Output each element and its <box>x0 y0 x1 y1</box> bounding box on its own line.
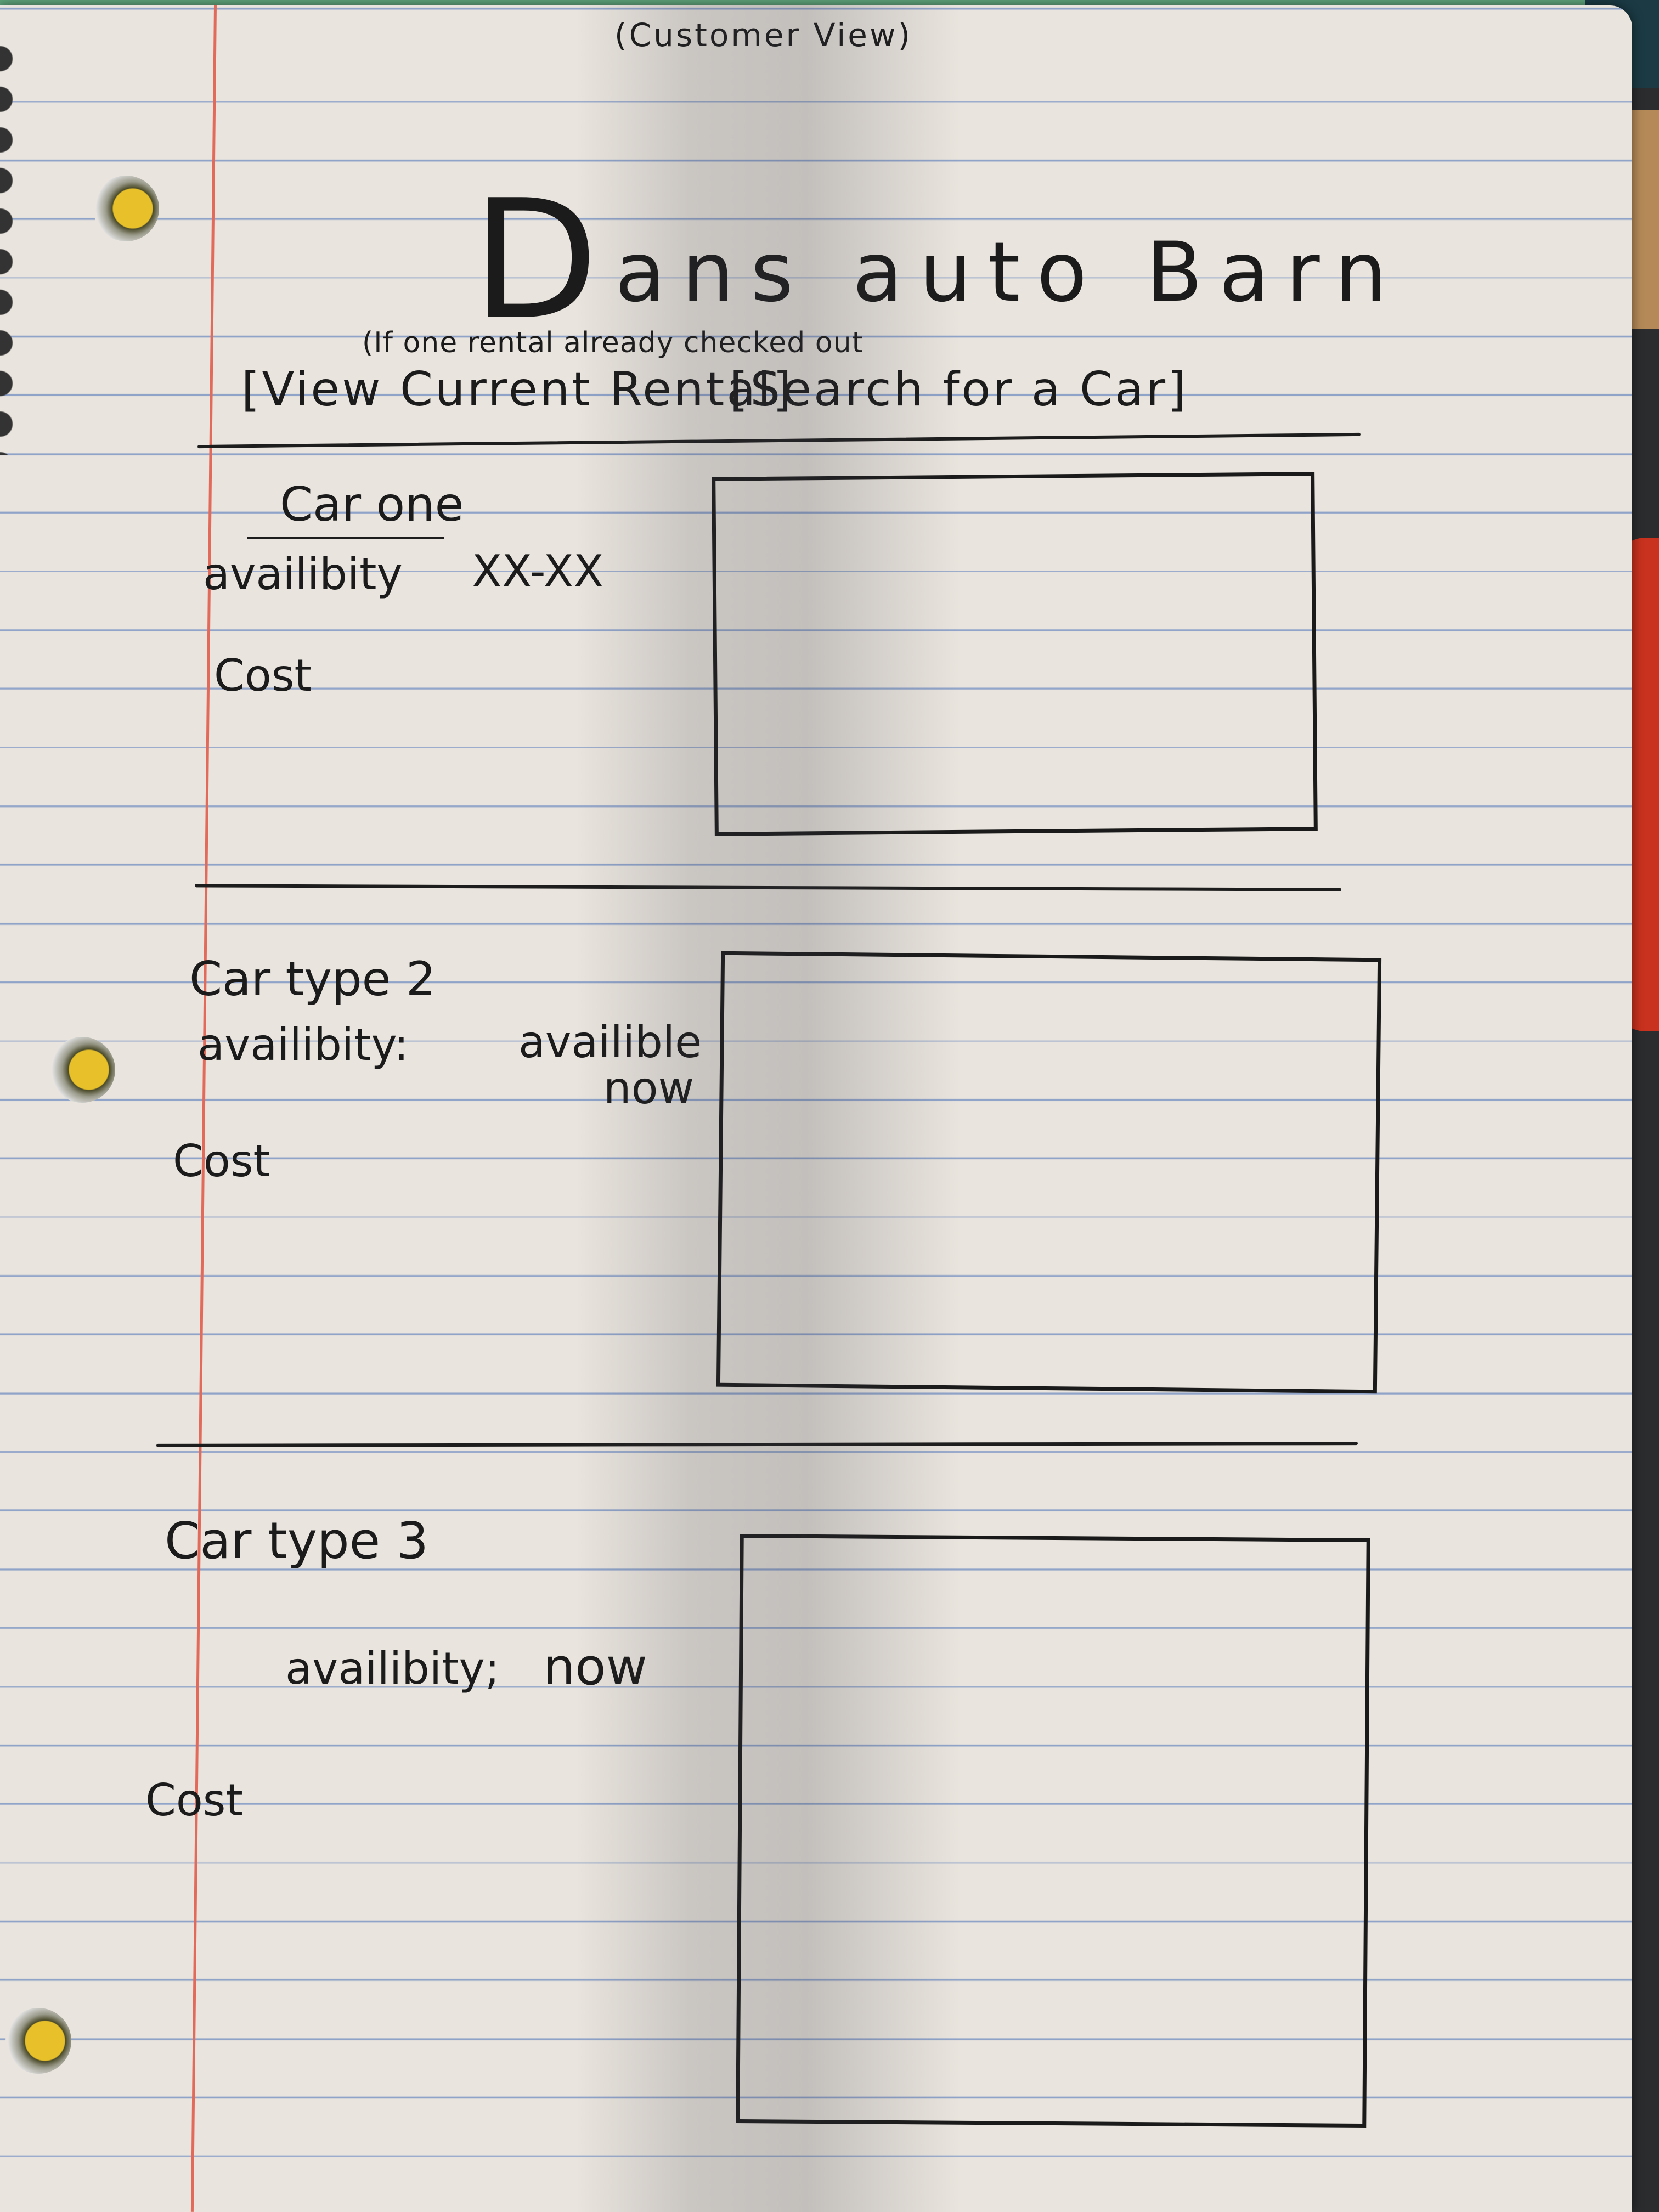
divider <box>156 1442 1358 1447</box>
notebook-page: (Customer View) Dans auto Barn (If one r… <box>0 5 1632 2212</box>
search-car-button[interactable]: [Search for a Car] <box>730 362 1188 417</box>
car-image-placeholder <box>712 472 1318 836</box>
punch-hole <box>5 2008 71 2074</box>
punch-hole <box>93 176 159 241</box>
punch-hole <box>49 1037 115 1103</box>
availability-value: XX-XX <box>472 546 604 597</box>
availability-value: availible now <box>518 1017 702 1114</box>
availability-label: availibity; <box>285 1643 500 1694</box>
spiral-binding <box>0 38 27 455</box>
margin-line <box>190 5 217 2212</box>
cost-label: Cost <box>173 1136 270 1187</box>
car-name: Car type 3 <box>165 1511 428 1570</box>
availability-value: now <box>543 1638 647 1696</box>
divider <box>194 884 1342 891</box>
cost-label: Cost <box>145 1775 243 1826</box>
title-rest: ans auto Barn <box>615 225 1404 320</box>
rental-note: (If one rental already checked out <box>362 326 864 359</box>
car-image-placeholder <box>716 951 1382 1394</box>
car-image-placeholder <box>736 1534 1370 2128</box>
car-name: Car type 2 <box>189 952 436 1007</box>
cost-label: Cost <box>214 650 312 701</box>
car-name: Car one <box>280 477 464 532</box>
page-label: (Customer View) <box>614 16 913 54</box>
divider <box>198 432 1361 449</box>
availability-label: availibity <box>203 549 403 600</box>
view-current-rental-button[interactable]: [View Current Rental] <box>241 362 793 417</box>
car-name-underline <box>247 537 444 539</box>
availability-label: availibity: <box>198 1019 409 1070</box>
